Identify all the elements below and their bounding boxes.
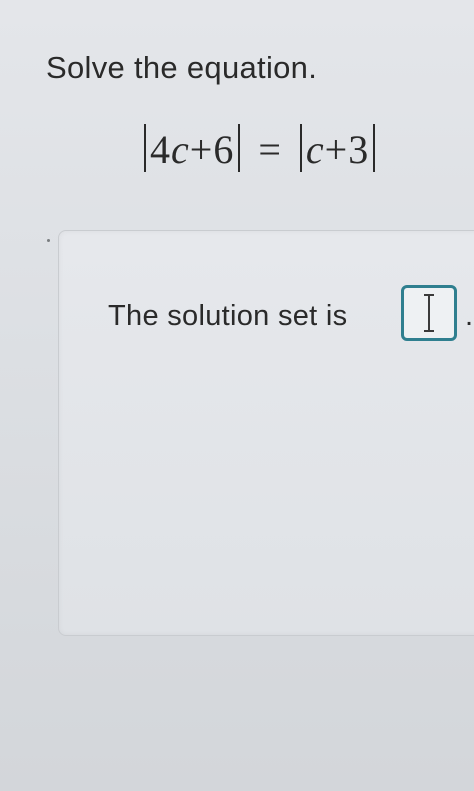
eq-equals: = (258, 127, 282, 172)
trailing-period: . (465, 300, 474, 332)
abs-bar-right-open (299, 124, 302, 172)
eq-right-op: + (324, 127, 349, 172)
equation: 4c+6 = c+3 (140, 124, 379, 173)
eq-left-const: 6 (213, 127, 235, 172)
eq-right-const: 3 (348, 127, 370, 172)
solution-set-input[interactable] (401, 285, 457, 341)
abs-bar-left-close (238, 124, 241, 172)
abs-bar-right-close (373, 124, 376, 172)
eq-left-coef: 4 (150, 127, 171, 172)
abs-bar-left-open (144, 124, 146, 172)
solution-set-label: The solution set is (108, 300, 348, 332)
focus-dot (47, 239, 50, 242)
question-prompt: Solve the equation. (46, 50, 318, 85)
eq-left-op: + (189, 127, 214, 172)
eq-left-var: c (171, 127, 190, 172)
text-cursor-icon (424, 294, 434, 332)
eq-right-var: c (305, 127, 325, 172)
